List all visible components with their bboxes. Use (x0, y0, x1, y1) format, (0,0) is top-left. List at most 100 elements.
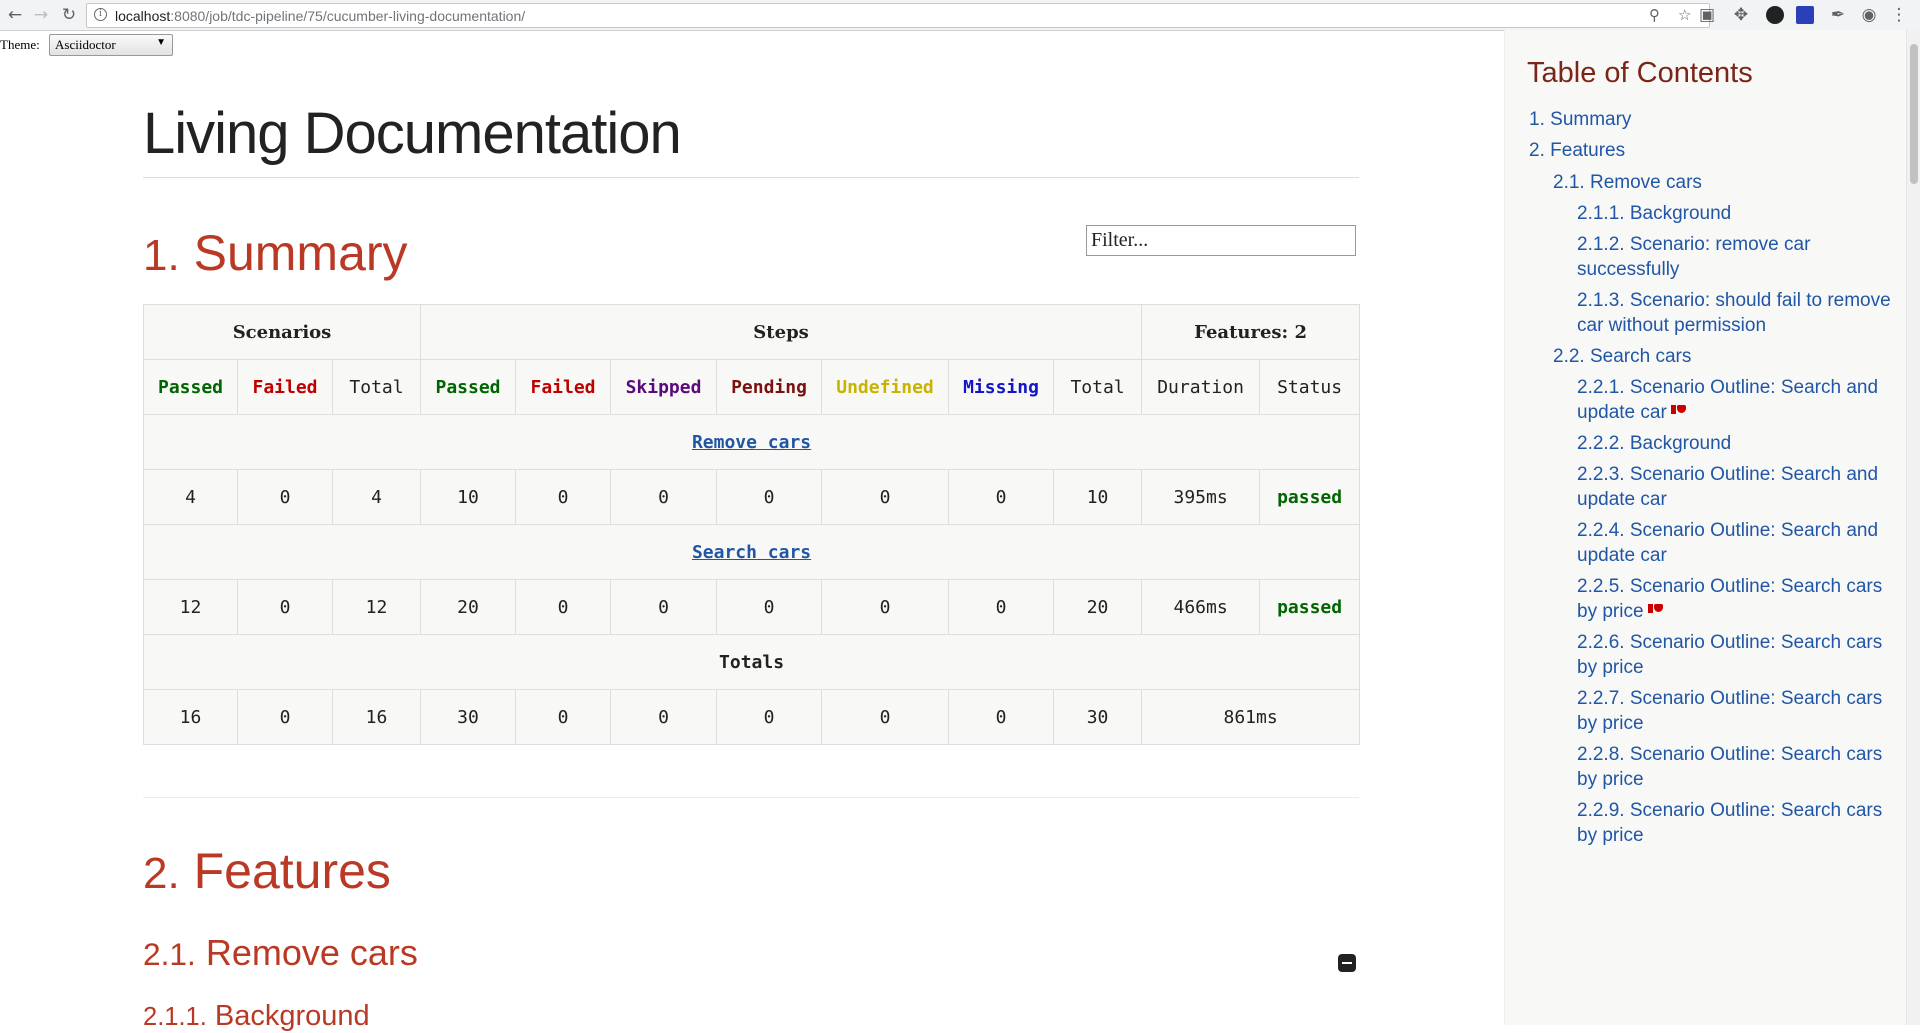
camera-icon[interactable]: ◉ (1858, 4, 1880, 26)
col-header-steps-pending: Pending (716, 359, 823, 415)
toc-item-scenario[interactable]: 2.2.8. Scenario Outline: Search cars by … (1577, 742, 1902, 792)
table-cell: 16 (143, 689, 238, 745)
table-cell: 0 (821, 469, 950, 525)
reload-icon[interactable]: ↻ (58, 4, 80, 26)
column-header-row: Passed Failed Total Passed Failed Skippe… (143, 359, 1361, 415)
extension-icon[interactable] (1766, 6, 1784, 24)
address-bar[interactable]: i localhost:8080/job/tdc-pipeline/75/cuc… (86, 3, 1710, 28)
toc-item-scenario[interactable]: 2.2.7. Scenario Outline: Search cars by … (1577, 686, 1902, 736)
toc-item-scenario[interactable]: 2.1.3. Scenario: should fail to remove c… (1577, 288, 1902, 338)
table-cell: 12 (143, 579, 238, 635)
toc-item-scenario[interactable]: 2.2.5. Scenario Outline: Search cars by … (1577, 574, 1902, 624)
total-duration-cell: 861ms (1141, 689, 1361, 745)
dropdown-arrow-icon: ▼ (156, 37, 166, 48)
browser-toolbar: ← → ↻ i localhost:8080/job/tdc-pipeline/… (0, 0, 1920, 31)
toc-item-features[interactable]: 2. Features (1529, 138, 1625, 163)
title-divider (143, 177, 1359, 178)
toc-item-search-cars[interactable]: 2.2. Search cars (1553, 344, 1691, 369)
scrollbar[interactable] (1906, 30, 1920, 1025)
table-cell: 0 (237, 579, 333, 635)
col-header-scenarios-total: Total (331, 359, 422, 415)
toc-item-scenario[interactable]: 2.1.2. Scenario: remove car successfully (1577, 232, 1902, 282)
col-header-status: Status (1259, 359, 1361, 415)
background-heading: 2.1.1. Background (143, 1000, 370, 1032)
table-cell: 0 (716, 469, 823, 525)
table-cell: 0 (948, 579, 1055, 635)
extension-icon[interactable] (1796, 6, 1814, 24)
table-cell: 20 (1053, 579, 1143, 635)
thumbs-down-icon (1670, 405, 1687, 419)
table-cell: 0 (821, 579, 950, 635)
table-cell: 20 (420, 579, 517, 635)
toc-title: Table of Contents (1527, 57, 1753, 89)
toc-sidebar: Table of Contents 1. Summary 2. Features… (1504, 30, 1907, 1025)
toc-item-scenario[interactable]: 2.2.1. Scenario Outline: Search and upda… (1577, 375, 1902, 425)
table-cell: 16 (331, 689, 422, 745)
table-cell: 0 (948, 469, 1055, 525)
thumbs-down-icon (1647, 604, 1664, 618)
forward-icon[interactable]: → (30, 4, 52, 26)
toc-item-scenario[interactable]: 2.2.9. Scenario Outline: Search cars by … (1577, 798, 1902, 848)
status-cell: passed (1259, 579, 1361, 635)
col-header-steps-passed: Passed (420, 359, 517, 415)
features-count-header: Features: 2 (1141, 304, 1361, 360)
group-header-row: Scenarios Steps Features: 2 (142, 304, 1361, 360)
table-cell: 0 (515, 579, 612, 635)
info-icon[interactable]: i (94, 8, 107, 21)
table-cell: 0 (716, 579, 823, 635)
steps-header: Steps (420, 304, 1143, 360)
col-header-scenarios-failed: Failed (237, 359, 333, 415)
theme-label: Theme: (0, 37, 40, 52)
table-cell: 0 (821, 689, 950, 745)
toc-item-background[interactable]: 2.1.1. Background (1577, 201, 1902, 226)
page-title: Living Documentation (143, 101, 682, 166)
remove-cars-heading: 2.1. Remove cars (143, 932, 418, 973)
toc-item-scenario[interactable]: 2.2.6. Scenario Outline: Search cars by … (1577, 630, 1902, 680)
scrollbar-thumb[interactable] (1910, 44, 1918, 184)
table-cell: 0 (610, 579, 718, 635)
table-cell: 30 (1053, 689, 1143, 745)
collapse-button[interactable] (1338, 954, 1356, 972)
theme-select[interactable]: Asciidoctor ▼ (49, 34, 173, 56)
table-cell: 0 (716, 689, 823, 745)
col-header-steps-skipped: Skipped (610, 359, 718, 415)
table-cell: 4 (143, 469, 238, 525)
table-cell: 10 (420, 469, 517, 525)
col-header-scenarios-passed: Passed (143, 359, 238, 415)
toc-item-background[interactable]: 2.2.2. Background (1577, 431, 1902, 456)
status-cell: passed (1259, 469, 1361, 525)
col-header-steps-failed: Failed (515, 359, 612, 415)
table-row: 12 0 12 20 0 0 0 0 0 20 466ms passed (143, 579, 1361, 635)
totals-row: 16 0 16 30 0 0 0 0 0 30 861ms (143, 689, 1361, 745)
toc-item-summary[interactable]: 1. Summary (1529, 107, 1631, 132)
totals-label: Totals (142, 634, 1361, 690)
bookmark-star-icon[interactable]: ☆ (1678, 6, 1691, 24)
back-icon[interactable]: ← (4, 4, 26, 26)
menu-icon[interactable]: ⋮ (1888, 4, 1910, 26)
col-header-steps-undefined: Undefined (821, 359, 950, 415)
toc-item-remove-cars[interactable]: 2.1. Remove cars (1553, 170, 1702, 195)
summary-heading: 1. Summary (143, 225, 408, 281)
feature-link-search-cars[interactable]: Search cars (692, 542, 811, 563)
move-icon[interactable]: ✥ (1730, 4, 1752, 26)
table-cell: 10 (1053, 469, 1143, 525)
table-cell: 0 (610, 469, 718, 525)
table-cell: 0 (237, 689, 333, 745)
features-heading: 2. Features (143, 843, 391, 899)
feature-name-row: Search cars (142, 524, 1361, 580)
toc-item-scenario[interactable]: 2.2.3. Scenario Outline: Search and upda… (1577, 462, 1902, 512)
feature-link-remove-cars[interactable]: Remove cars (692, 432, 811, 453)
filter-input[interactable] (1086, 225, 1356, 256)
eyedropper-icon[interactable]: ✒ (1827, 4, 1849, 26)
table-cell: 0 (610, 689, 718, 745)
feature-name-row: Remove cars (142, 414, 1361, 470)
table-cell: 0 (515, 469, 612, 525)
fullscreen-icon[interactable]: ▣ (1696, 4, 1718, 26)
zoom-icon[interactable]: ⚲ (1649, 6, 1660, 24)
toc-item-scenario[interactable]: 2.2.4. Scenario Outline: Search and upda… (1577, 518, 1902, 568)
table-row: 4 0 4 10 0 0 0 0 0 10 395ms passed (143, 469, 1361, 525)
table-cell: 30 (420, 689, 517, 745)
table-cell: 4 (331, 469, 422, 525)
table-cell: 0 (948, 689, 1055, 745)
table-cell: 0 (237, 469, 333, 525)
